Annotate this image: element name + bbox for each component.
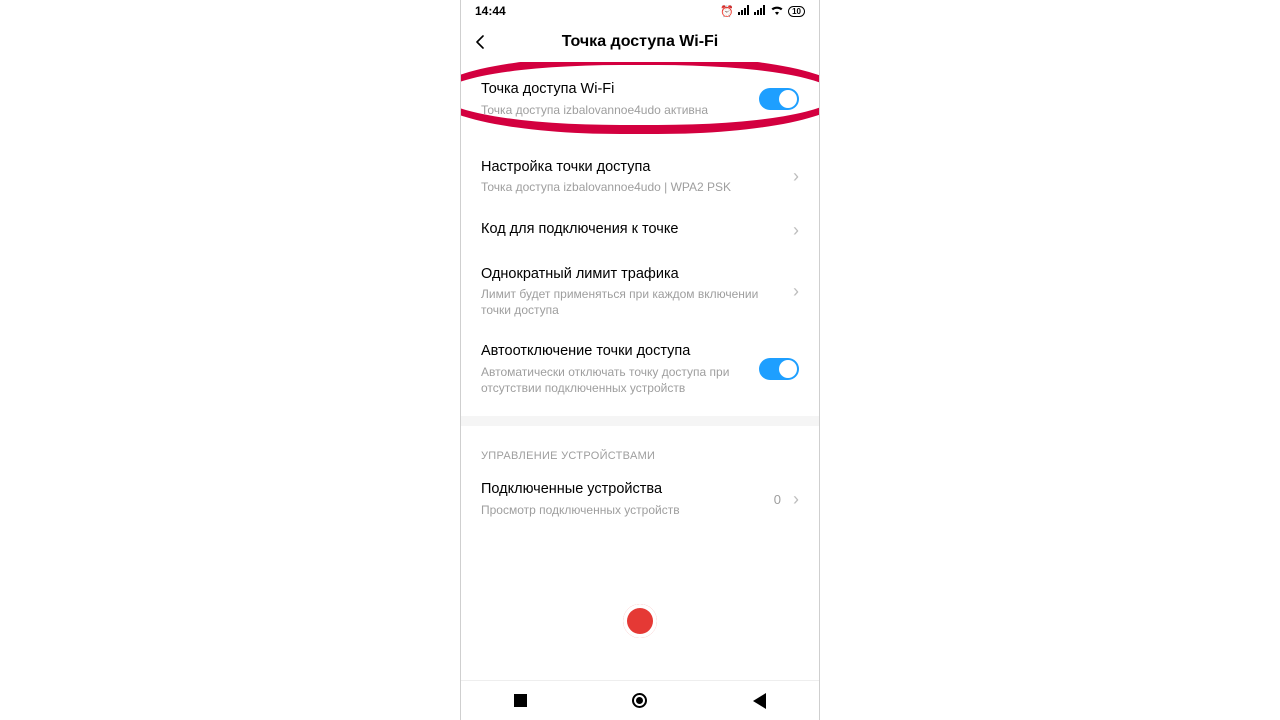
autooff-label: Автоотключение точки доступа xyxy=(481,342,749,362)
circle-icon xyxy=(632,693,647,708)
nav-home-button[interactable] xyxy=(610,693,670,708)
qr-label: Код для подключения к точке xyxy=(481,220,783,240)
setup-sub: Точка доступа izbalovannoe4udo | WPA2 PS… xyxy=(481,179,783,195)
alarm-icon: ⏰ xyxy=(720,5,734,18)
row-qr-code[interactable]: Код для подключения к точке › xyxy=(461,208,819,253)
nav-bar xyxy=(461,680,819,720)
phone-frame: 14:44 ⏰ 10 Точка доступа Wi-Fi Точка дос… xyxy=(460,0,820,720)
status-bar: 14:44 ⏰ 10 xyxy=(461,0,819,22)
setup-label: Настройка точки доступа xyxy=(481,158,783,178)
chevron-right-icon: › xyxy=(793,166,799,187)
settings-list: Точка доступа Wi-Fi Точка доступа izbalo… xyxy=(461,62,819,680)
row-connected-devices[interactable]: Подключенные устройства Просмотр подключ… xyxy=(461,468,819,530)
title-bar: Точка доступа Wi-Fi xyxy=(461,22,819,62)
record-indicator-icon xyxy=(623,604,657,638)
battery-icon: 10 xyxy=(788,6,805,17)
devices-label: Подключенные устройства xyxy=(481,480,764,500)
nav-back-button[interactable] xyxy=(729,693,789,709)
devices-count: 0 xyxy=(774,492,781,507)
back-button[interactable] xyxy=(461,22,501,62)
row-traffic-limit[interactable]: Однократный лимит трафика Лимит будет пр… xyxy=(461,253,819,331)
signal2-icon xyxy=(754,5,766,18)
chevron-right-icon: › xyxy=(793,489,799,510)
square-icon xyxy=(514,694,527,707)
autooff-toggle[interactable] xyxy=(759,358,799,380)
row-hotspot-toggle[interactable]: Точка доступа Wi-Fi Точка доступа izbalo… xyxy=(461,68,819,130)
hotspot-toggle[interactable] xyxy=(759,88,799,110)
section-devices-label: УПРАВЛЕНИЕ УСТРОЙСТВАМИ xyxy=(461,426,819,468)
row-auto-off[interactable]: Автоотключение точки доступа Автоматичес… xyxy=(461,330,819,408)
wifi-icon xyxy=(770,5,784,18)
chevron-right-icon: › xyxy=(793,281,799,302)
hotspot-label: Точка доступа Wi-Fi xyxy=(481,80,749,100)
autooff-sub: Автоматически отключать точку доступа пр… xyxy=(481,364,749,396)
hotspot-sub: Точка доступа izbalovannoe4udo активна xyxy=(481,102,749,118)
row-hotspot-setup[interactable]: Настройка точки доступа Точка доступа iz… xyxy=(461,146,819,208)
nav-recent-button[interactable] xyxy=(491,694,551,707)
page-title: Точка доступа Wi-Fi xyxy=(461,33,819,51)
devices-sub: Просмотр подключенных устройств xyxy=(481,502,764,518)
signal-icon xyxy=(738,5,750,18)
section-divider xyxy=(461,416,819,426)
chevron-right-icon: › xyxy=(793,220,799,241)
status-time: 14:44 xyxy=(475,4,506,18)
chevron-left-icon xyxy=(474,35,488,49)
limit-label: Однократный лимит трафика xyxy=(481,265,783,285)
status-icons: ⏰ 10 xyxy=(720,5,805,18)
triangle-icon xyxy=(753,693,766,709)
limit-sub: Лимит будет применяться при каждом включ… xyxy=(481,286,783,318)
